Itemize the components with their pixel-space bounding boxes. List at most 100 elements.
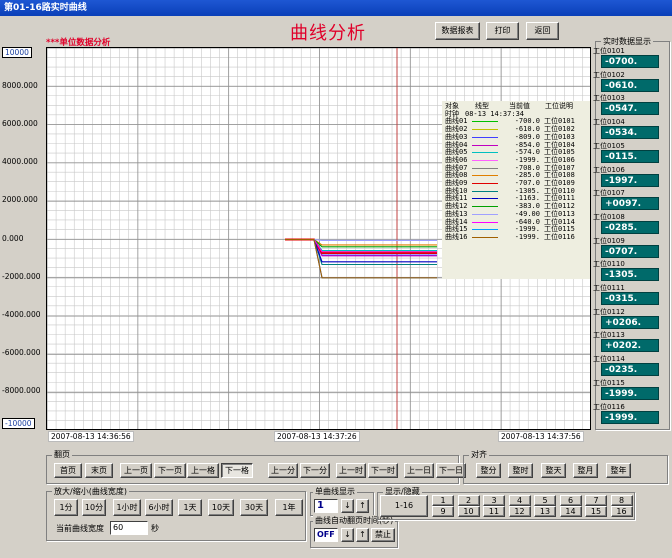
show-curve-3-button[interactable]: 3 [483, 495, 505, 506]
y-tick-label: 0.000 [2, 234, 24, 243]
prev-page-button[interactable]: 上一页 [120, 463, 152, 478]
show-curve-6-button[interactable]: 6 [559, 495, 582, 506]
show-curve-1-button[interactable]: 1 [432, 495, 454, 506]
up-arrow-button[interactable]: ↑ [356, 499, 369, 513]
showhide-all-button[interactable]: 1-16 [380, 495, 428, 517]
legend-swatch [472, 183, 498, 185]
realtime-panel: 实时数据显示 工位0101 -0700. 工位0102 -0610. 工位0103 -05… [593, 36, 672, 430]
page-title: 曲线分析 [290, 23, 366, 44]
auto-stop-button[interactable]: 禁止 [371, 528, 395, 542]
y-tick-label: 8000.000 [2, 81, 38, 90]
realtime-value: +0206. [601, 315, 659, 329]
y-tick-label: 2000.000 [2, 195, 38, 204]
curve-line [285, 238, 437, 253]
auto-time-field[interactable]: OFF [314, 528, 338, 542]
first-page-button[interactable]: 首页 [54, 463, 82, 478]
prev-cell-button[interactable]: 上一格 [187, 463, 219, 478]
align-month-button[interactable]: 整月 [573, 463, 598, 478]
width-field[interactable]: 60 [110, 521, 148, 535]
zoom-1hour-button[interactable]: 1小时 [113, 499, 141, 516]
y-tick-label: -4000.000 [2, 310, 41, 319]
align-year-button[interactable]: 整年 [606, 463, 631, 478]
zoom-30day-button[interactable]: 30天 [240, 499, 268, 516]
next-page-button[interactable]: 下一页 [154, 463, 186, 478]
legend-rows: 曲线01 -700.0 工位0101 曲线02 -610.0 工位0102 曲线03 -809… [445, 118, 590, 241]
single-curve-field[interactable]: 1 [314, 499, 338, 513]
legend-swatch [472, 213, 498, 215]
zoom-10day-button[interactable]: 10天 [208, 499, 234, 516]
show-curve-11-button[interactable]: 11 [483, 506, 505, 517]
legend-series-desc: 工位0116 [544, 232, 575, 241]
show-curve-8-button[interactable]: 8 [610, 495, 633, 506]
down-arrow-button[interactable]: ↓ [341, 499, 354, 513]
zoom-group-title: 放大/缩小(曲线宽度) [52, 486, 129, 497]
legend-swatch [472, 175, 498, 177]
show-curve-13-button[interactable]: 13 [534, 506, 556, 517]
realtime-value: -1999. [601, 410, 659, 424]
prev-minute-button[interactable]: 上一分 [268, 463, 298, 478]
legend-swatch [472, 159, 498, 161]
single-group-title: 单曲线显示 [313, 486, 357, 497]
legend-swatch [472, 129, 498, 131]
show-curve-14-button[interactable]: 14 [559, 506, 582, 517]
realtime-value: -0534. [601, 126, 659, 140]
plot-area[interactable]: 对象 线型 当前值 工位说明 时钟 08-13 14:37:34 曲线01 -70… [46, 47, 591, 430]
show-curve-7-button[interactable]: 7 [585, 495, 607, 506]
legend-swatch [472, 144, 498, 146]
y-tick-label: -8000.000 [2, 386, 41, 395]
show-curve-4-button[interactable]: 4 [508, 495, 531, 506]
back-button[interactable]: 返回 [526, 22, 559, 40]
next-hour-button[interactable]: 下一时 [368, 463, 398, 478]
zoom-1year-button[interactable]: 1年 [275, 499, 303, 516]
show-curve-15-button[interactable]: 15 [585, 506, 607, 517]
legend-header-desc: 工位说明 [545, 102, 573, 110]
width-label: 当前曲线宽度 [56, 524, 104, 533]
realtime-value: -0285. [601, 220, 659, 234]
y-tick-label: 4000.000 [2, 157, 38, 166]
legend-swatch [472, 221, 498, 223]
show-curve-10-button[interactable]: 10 [457, 506, 480, 517]
next-minute-button[interactable]: 下一分 [300, 463, 330, 478]
x-tick-label: 2007-08-13 14:37:56 [498, 431, 584, 442]
realtime-value: -0115. [601, 149, 659, 163]
next-cell-button[interactable]: 下一格 [221, 463, 253, 478]
align-minute-button[interactable]: 整分 [476, 463, 501, 478]
auto-up-arrow-button[interactable]: ↑ [356, 528, 369, 542]
realtime-value: -0700. [601, 55, 659, 68]
legend-swatch [472, 229, 498, 231]
show-curve-5-button[interactable]: 5 [534, 495, 556, 506]
main-window: { "window": {"title": "第01-16路实时曲线"}, "h… [0, 0, 672, 558]
last-page-button[interactable]: 末页 [85, 463, 113, 478]
show-curve-9-button[interactable]: 9 [432, 506, 454, 517]
realtime-value: -1999. [601, 386, 659, 400]
realtime-value: -0707. [601, 244, 659, 258]
auto-down-arrow-button[interactable]: ↓ [341, 528, 354, 542]
align-hour-button[interactable]: 整时 [508, 463, 533, 478]
y-tick-label: -10000 [2, 418, 35, 429]
y-tick-label: -6000.000 [2, 348, 41, 357]
realtime-value: +0097. [601, 197, 659, 211]
show-curve-16-button[interactable]: 16 [610, 506, 633, 517]
x-tick-label: 2007-08-13 14:36:56 [48, 431, 134, 442]
prev-day-button[interactable]: 上一日 [404, 463, 434, 478]
window-title: 第01-16路实时曲线 [0, 0, 672, 16]
legend-swatch [472, 206, 498, 208]
width-unit: 秒 [151, 524, 159, 533]
legend-series-name: 曲线16 [445, 232, 468, 241]
print-button[interactable]: 打印 [486, 22, 519, 40]
show-curve-12-button[interactable]: 12 [508, 506, 531, 517]
legend-swatch [472, 236, 498, 238]
align-day-button[interactable]: 整天 [541, 463, 566, 478]
zoom-1day-button[interactable]: 1天 [178, 499, 202, 516]
zoom-1min-button[interactable]: 1分 [54, 499, 78, 516]
realtime-value: -0315. [601, 292, 659, 305]
show-curve-2-button[interactable]: 2 [457, 495, 480, 506]
prev-hour-button[interactable]: 上一时 [336, 463, 366, 478]
zoom-10min-button[interactable]: 10分 [82, 499, 106, 516]
legend-swatch [472, 190, 498, 192]
legend-series-value: -1999. [514, 232, 540, 241]
data-report-button[interactable]: 数据报表 [435, 22, 480, 40]
realtime-value: -0547. [601, 102, 659, 116]
next-day-button[interactable]: 下一日 [436, 463, 466, 478]
zoom-6hour-button[interactable]: 6小时 [145, 499, 173, 516]
